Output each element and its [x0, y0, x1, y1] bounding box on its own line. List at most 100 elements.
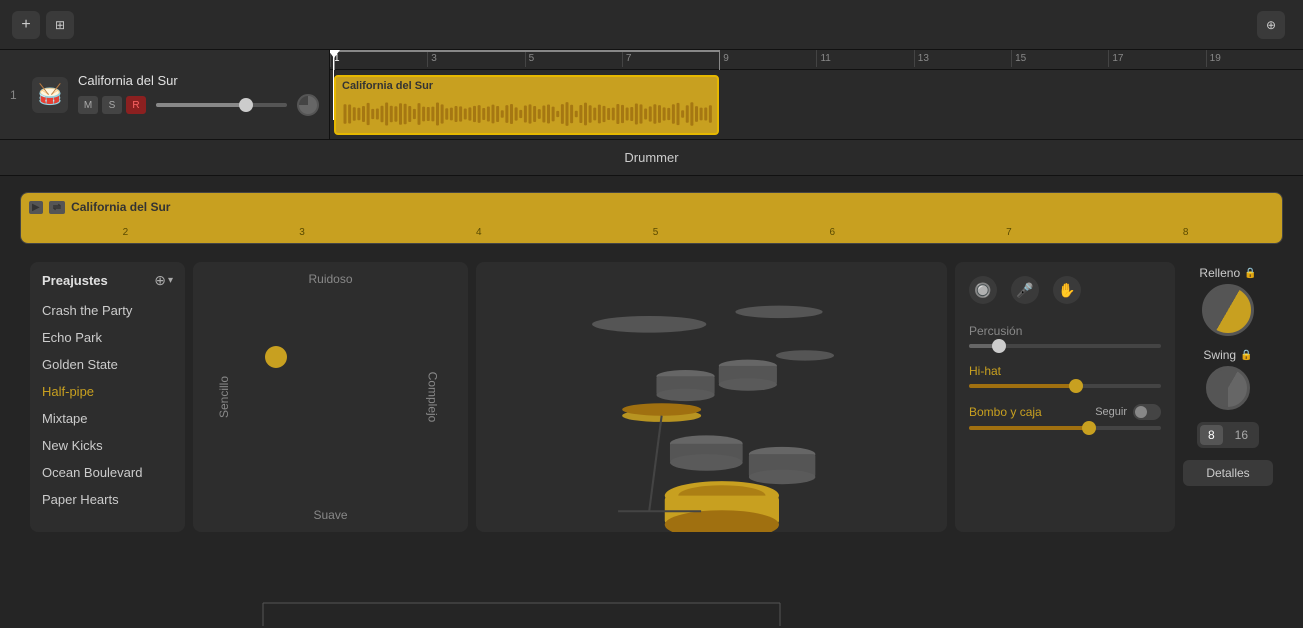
relleno-panel: Relleno 🔒 Swing 🔒 8 16 D: [1183, 262, 1273, 532]
preset-half-pipe[interactable]: Half-pipe: [30, 378, 185, 405]
mic-icon-btn[interactable]: 🎤: [1011, 276, 1039, 304]
relleno-label: Relleno 🔒: [1199, 266, 1256, 280]
hihat-control: Hi-hat: [969, 364, 1161, 388]
xy-label-simple: Sencillo: [217, 376, 231, 418]
ruler-mark-15: 15: [1011, 50, 1108, 67]
ruler-mark-3: 3: [427, 50, 524, 67]
beat-selector: 8 16: [1197, 422, 1259, 448]
relleno-lock-icon[interactable]: 🔒: [1244, 268, 1256, 279]
ruler-mark-19: 19: [1206, 50, 1303, 67]
presets-title: Preajustes: [42, 273, 108, 288]
solo-button[interactable]: S: [102, 96, 122, 114]
play-region-icon: ▶: [29, 201, 43, 214]
xy-pad-labels: Ruidoso Suave Sencillo Complejo: [193, 262, 468, 532]
track-info: California del Sur M S R: [78, 73, 319, 116]
track-header: 1 🥁 California del Sur M S R: [0, 50, 330, 139]
drummer-title: Drummer: [624, 150, 678, 165]
drummer-header: Drummer: [0, 140, 1303, 176]
drummer-body: Preajustes ⊕ ▾ Crash the Party Echo Park…: [20, 252, 1283, 542]
percussion-control: Percusión: [969, 324, 1161, 348]
loop-icon: ⇌: [49, 201, 65, 214]
preset-mixtape[interactable]: Mixtape: [30, 405, 185, 432]
drr-mark-8: 8: [1097, 227, 1274, 238]
drr-mark-2: 2: [37, 227, 214, 238]
group-button[interactable]: ⊞: [46, 11, 74, 39]
drummer-region-ruler: 2 3 4 5 6 7 8: [21, 221, 1282, 243]
beat-8-button[interactable]: 8: [1200, 425, 1223, 445]
ruler-mark-7: 7: [622, 50, 719, 67]
drum-kit-svg: [476, 262, 947, 532]
xy-label-soft: Suave: [313, 508, 347, 522]
xy-position-dot[interactable]: [265, 346, 287, 368]
preset-crash-the-party[interactable]: Crash the Party: [30, 297, 185, 324]
preset-echo-park[interactable]: Echo Park: [30, 324, 185, 351]
preset-ocean-boulevard[interactable]: Ocean Boulevard: [30, 459, 185, 486]
control-icons: 🔘 🎤 ✋: [969, 276, 1161, 304]
details-button[interactable]: Detalles: [1183, 460, 1273, 486]
drummer-region-bar[interactable]: ▶ ⇌ California del Sur: [21, 193, 1282, 221]
timeline-area: 1 3 5 7 9 11 13 15 17 19 California del …: [330, 50, 1303, 139]
ruler-mark-9: 9: [719, 50, 816, 67]
top-toolbar: + ⊞ ⊕: [0, 0, 1303, 50]
audio-region[interactable]: California del Sur // Generate waveform …: [334, 75, 719, 135]
track-area: 1 🥁 California del Sur M S R 1: [0, 50, 1303, 140]
pan-knob[interactable]: [297, 94, 319, 116]
add-track-button[interactable]: +: [12, 11, 40, 39]
preset-golden-state[interactable]: Golden State: [30, 351, 185, 378]
drr-mark-7: 7: [921, 227, 1098, 238]
xy-label-complex: Complejo: [426, 372, 440, 423]
hihat-label: Hi-hat: [969, 364, 1161, 378]
drr-mark-3: 3: [214, 227, 391, 238]
drr-mark-5: 5: [567, 227, 744, 238]
timeline-ruler: 1 3 5 7 9 11 13 15 17 19: [330, 50, 1303, 70]
percussion-slider[interactable]: [969, 344, 1161, 348]
drummer-content-box: ▶ ⇌ California del Sur 2 3 4 5 6 7 8: [20, 192, 1283, 244]
relleno-knob-section: Relleno 🔒: [1199, 266, 1256, 336]
add-region-button[interactable]: ⊕: [1257, 11, 1285, 39]
ruler-marks: 1 3 5 7 9 11 13 15 17 19: [330, 50, 1303, 69]
mute-button[interactable]: M: [78, 96, 98, 114]
xy-label-noisy: Ruidoso: [308, 272, 352, 286]
bombo-label: Bombo y caja: [969, 405, 1042, 419]
drr-mark-4: 4: [390, 227, 567, 238]
ruler-mark-17: 17: [1108, 50, 1205, 67]
seguir-label: Seguir: [1095, 406, 1127, 418]
swing-knob[interactable]: [1206, 366, 1250, 410]
hihat-slider[interactable]: [969, 384, 1161, 388]
swing-lock-icon[interactable]: 🔒: [1240, 350, 1252, 361]
hand-icon-btn[interactable]: ✋: [1053, 276, 1081, 304]
controls-panel: 🔘 🎤 ✋ Percusión Hi-hat: [955, 262, 1175, 532]
ruler-mark-11: 11: [816, 50, 913, 67]
waveform: // Generate waveform bars inline via JS …: [336, 95, 717, 133]
track-controls: M S R: [78, 94, 319, 116]
tambourine-icon-btn[interactable]: 🔘: [969, 276, 997, 304]
percussion-label: Percusión: [969, 324, 1161, 338]
volume-slider[interactable]: [156, 103, 287, 107]
track-content: California del Sur // Generate waveform …: [330, 70, 1303, 139]
drummer-region-label: California del Sur: [71, 200, 170, 214]
track-number: 1: [10, 88, 22, 102]
record-button[interactable]: R: [126, 96, 146, 114]
presets-menu-button[interactable]: ⊕ ▾: [154, 272, 173, 289]
swing-knob-section: Swing 🔒: [1203, 348, 1252, 410]
bombo-slider[interactable]: [969, 426, 1161, 430]
preset-paper-hearts[interactable]: Paper Hearts: [30, 486, 185, 513]
ruler-mark-1: 1: [330, 50, 427, 67]
swing-label: Swing 🔒: [1203, 348, 1252, 362]
relleno-knob[interactable]: [1202, 284, 1254, 336]
seguir-switch[interactable]: [1133, 404, 1161, 420]
drum-track-icon: 🥁: [32, 77, 68, 113]
beat-16-button[interactable]: 16: [1227, 425, 1256, 445]
seguir-toggle: Seguir: [1095, 404, 1161, 420]
xy-pad[interactable]: Ruidoso Suave Sencillo Complejo: [193, 262, 468, 532]
track-name: California del Sur: [78, 73, 319, 88]
ruler-mark-13: 13: [914, 50, 1011, 67]
drr-mark-6: 6: [744, 227, 921, 238]
drummer-editor: ▶ ⇌ California del Sur 2 3 4 5 6 7 8 Pre…: [0, 176, 1303, 628]
drum-kit-panel: [476, 262, 947, 532]
presets-panel: Preajustes ⊕ ▾ Crash the Party Echo Park…: [30, 262, 185, 532]
region-label: California del Sur: [336, 77, 717, 95]
ruler-mark-5: 5: [525, 50, 622, 67]
presets-header: Preajustes ⊕ ▾: [30, 272, 185, 297]
preset-new-kicks[interactable]: New Kicks: [30, 432, 185, 459]
